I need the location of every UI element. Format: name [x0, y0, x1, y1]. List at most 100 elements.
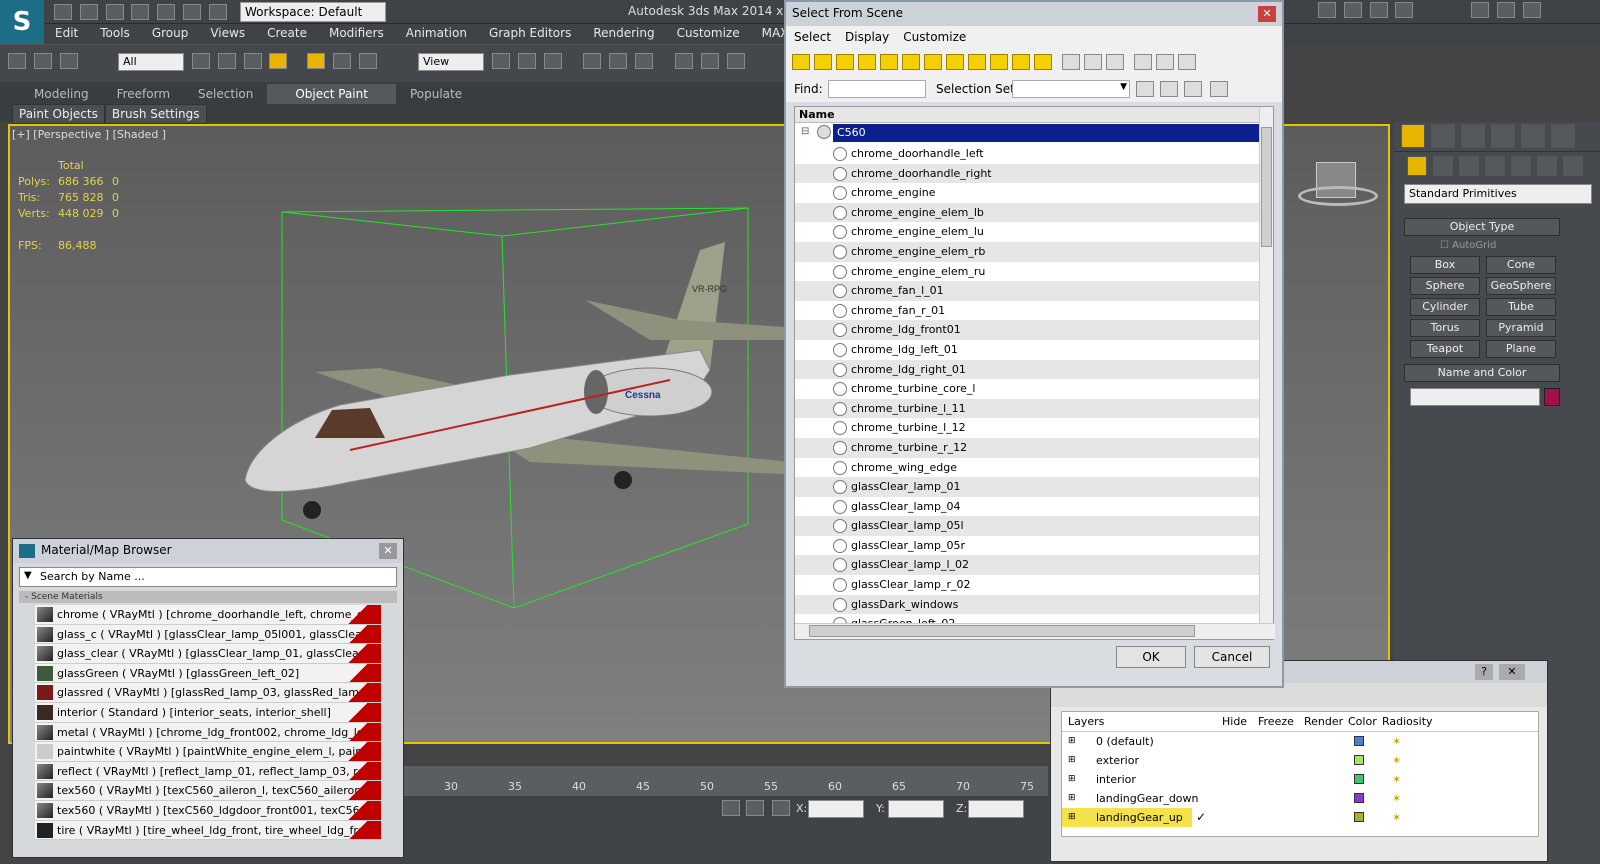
- list-item[interactable]: chrome_turbine_l_11: [795, 398, 1261, 419]
- layer-row-exterior[interactable]: ⊞ exterior ✶: [1062, 751, 1538, 770]
- list-item[interactable]: glassClear_lamp_05r: [795, 536, 1261, 556]
- window-crossing-icon[interactable]: [269, 53, 288, 69]
- viewcube-ring[interactable]: [1298, 186, 1378, 206]
- key-icon[interactable]: [1343, 2, 1362, 18]
- close-icon[interactable]: ✕: [1499, 664, 1525, 680]
- cancel-button[interactable]: Cancel: [1194, 646, 1270, 668]
- dropdown-arrow-icon[interactable]: ▼: [24, 570, 32, 581]
- menu-customize[interactable]: Customize: [666, 24, 751, 42]
- freeze-column-header[interactable]: Freeze: [1258, 712, 1294, 732]
- percent-snap-icon[interactable]: [726, 53, 745, 69]
- list-item[interactable]: chrome_engine_elem_lu: [795, 222, 1261, 242]
- select-all-icon[interactable]: [1062, 54, 1080, 70]
- radiosity-icon[interactable]: ✶: [1392, 789, 1401, 808]
- select-manipulate-icon[interactable]: [517, 53, 536, 69]
- save-icon[interactable]: [105, 4, 124, 20]
- array-icon[interactable]: [635, 53, 654, 69]
- move-icon[interactable]: [307, 53, 326, 69]
- menu-customize[interactable]: Customize: [903, 30, 966, 44]
- layer-color-swatch[interactable]: [1354, 793, 1364, 803]
- material-search-box[interactable]: ▼ Search by Name ...: [19, 567, 397, 587]
- list-item[interactable]: tex560 ( VRayMtl ) [texC560_aileron_l, t…: [35, 781, 381, 801]
- keyboard-shortcut-icon[interactable]: [543, 53, 562, 69]
- cylinder-button[interactable]: Cylinder: [1410, 298, 1480, 316]
- align-icon[interactable]: [609, 53, 628, 69]
- create-tab-icon[interactable]: [1401, 124, 1425, 148]
- angle-snap-icon[interactable]: [700, 53, 719, 69]
- list-item[interactable]: chrome_wing_edge: [795, 458, 1261, 478]
- scrollbar-thumb[interactable]: [809, 625, 1195, 637]
- link-icon[interactable]: [8, 53, 26, 69]
- redo-icon[interactable]: [157, 4, 176, 20]
- reference-coord-dropdown[interactable]: View: [418, 53, 484, 71]
- expand-icon[interactable]: ⊞: [1068, 789, 1076, 808]
- select-dialog-titlebar[interactable]: Select From Scene ✕: [786, 2, 1282, 26]
- cameras-icon[interactable]: [1485, 156, 1505, 176]
- current-layer-check-icon[interactable]: ✓: [1196, 808, 1206, 827]
- app-logo[interactable]: S: [0, 0, 44, 44]
- display-xrefs-icon[interactable]: [946, 54, 964, 70]
- shapes-icon[interactable]: [1433, 156, 1453, 176]
- brush-settings-panel[interactable]: Brush Settings: [104, 104, 207, 124]
- close-icon[interactable]: ✕: [379, 543, 397, 559]
- layer-row-interior[interactable]: ⊞ interior ✶: [1062, 770, 1538, 789]
- list-item[interactable]: glassDark_windows: [795, 594, 1261, 615]
- timeline-ruler[interactable]: 30 35 40 45 50 55 60 65 70 75: [400, 766, 1048, 796]
- display-shapes-icon[interactable]: [814, 54, 832, 70]
- menu-graph-editors[interactable]: Graph Editors: [478, 24, 582, 42]
- select-object-icon[interactable]: [192, 53, 210, 69]
- remove-selection-set-icon[interactable]: [1184, 81, 1202, 97]
- tab-populate[interactable]: Populate: [396, 84, 476, 104]
- hide-column-header[interactable]: Hide: [1222, 712, 1247, 732]
- radiosity-column-header[interactable]: Radiosity: [1382, 712, 1433, 732]
- filter-icon[interactable]: [1134, 54, 1152, 70]
- display-helpers-icon[interactable]: [880, 54, 898, 70]
- vertical-scrollbar[interactable]: [1259, 107, 1273, 623]
- layer-color-swatch[interactable]: [1354, 736, 1364, 746]
- list-item[interactable]: chrome_engine: [795, 183, 1261, 203]
- horizontal-scrollbar[interactable]: [795, 623, 1275, 639]
- display-groups-icon[interactable]: [924, 54, 942, 70]
- radiosity-icon[interactable]: ✶: [1392, 770, 1401, 789]
- display-spacewarps-icon[interactable]: [902, 54, 920, 70]
- menu-group[interactable]: Group: [141, 24, 200, 42]
- render-column-header[interactable]: Render: [1304, 712, 1343, 732]
- select-invert-icon[interactable]: [1106, 54, 1124, 70]
- layer-row-landinggear-up[interactable]: ⊞ landingGear_up ✓ ✶: [1062, 808, 1538, 827]
- list-item[interactable]: glassClear_lamp_05l: [795, 516, 1261, 536]
- paint-objects-panel[interactable]: Paint Objects: [12, 104, 105, 124]
- binoculars-icon[interactable]: [1318, 2, 1336, 18]
- menu-modifiers[interactable]: Modifiers: [318, 24, 395, 42]
- selection-filter-dropdown[interactable]: All: [118, 53, 184, 71]
- display-hidden-icon[interactable]: [1034, 54, 1052, 70]
- list-item[interactable]: glassClear_lamp_r_02: [795, 575, 1261, 595]
- expand-icon[interactable]: ⊞: [1068, 732, 1076, 751]
- tube-button[interactable]: Tube: [1486, 298, 1556, 316]
- x-coordinate-field[interactable]: [808, 800, 864, 818]
- scale-icon[interactable]: [358, 53, 377, 69]
- sphere-button[interactable]: Sphere: [1410, 277, 1480, 295]
- pivot-center-icon[interactable]: [492, 53, 510, 69]
- workspace-dropdown[interactable]: Workspace: Default: [240, 2, 386, 22]
- list-item[interactable]: chrome_fan_l_01: [795, 281, 1261, 301]
- layer-color-swatch[interactable]: [1354, 755, 1364, 765]
- hold-icon[interactable]: [183, 4, 202, 20]
- systems-icon[interactable]: [1563, 156, 1583, 176]
- list-item[interactable]: glass_clear ( VRayMtl ) [glassClear_lamp…: [35, 644, 381, 664]
- list-item[interactable]: chrome_doorhandle_left: [795, 144, 1261, 164]
- tree-root-c560[interactable]: C560: [833, 124, 1261, 142]
- radiosity-icon[interactable]: ✶: [1392, 808, 1401, 827]
- autogrid-checkbox[interactable]: ☐ AutoGrid: [1440, 240, 1496, 251]
- cone-button[interactable]: Cone: [1486, 256, 1556, 274]
- material-search-input[interactable]: Search by Name ...: [40, 570, 145, 583]
- lock-icon[interactable]: [746, 800, 764, 816]
- object-type-rollout[interactable]: Object Type: [1404, 218, 1560, 236]
- list-item[interactable]: chrome_ldg_right_01: [795, 359, 1261, 380]
- display-lights-icon[interactable]: [836, 54, 854, 70]
- radiosity-icon[interactable]: ✶: [1392, 732, 1401, 751]
- unlink-icon[interactable]: [33, 53, 52, 69]
- object-name-field[interactable]: [1410, 388, 1540, 406]
- display-bones-icon[interactable]: [968, 54, 986, 70]
- new-file-icon[interactable]: [54, 4, 72, 20]
- list-item[interactable]: chrome_turbine_r_12: [795, 437, 1261, 458]
